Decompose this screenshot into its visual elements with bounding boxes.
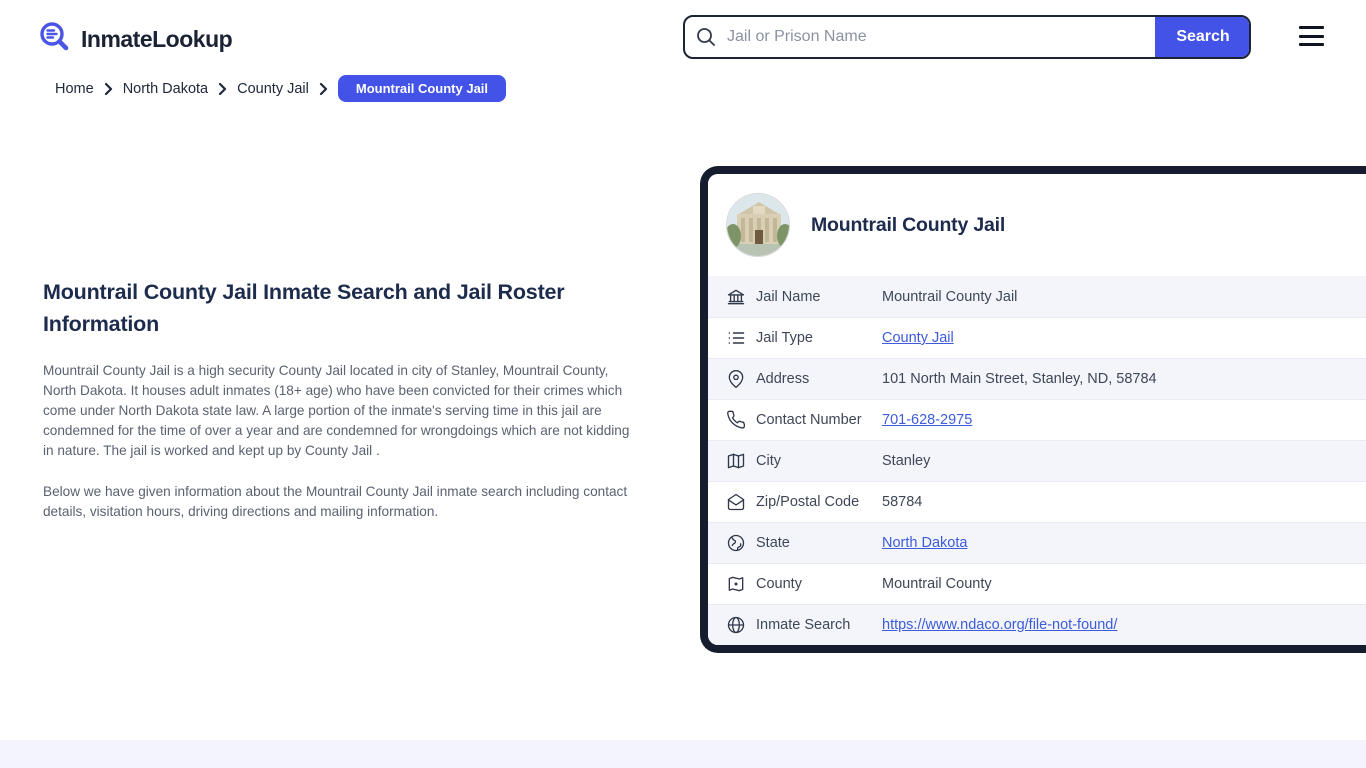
article: Mountrail County Jail Inmate Search and … xyxy=(43,276,639,522)
city-value: Stanley xyxy=(882,453,1366,469)
county-map-icon xyxy=(726,574,756,594)
top-header: InmateLookup Search xyxy=(0,0,1366,74)
jail-name-value: Mountrail County Jail xyxy=(882,289,1366,305)
globe-icon xyxy=(726,615,756,635)
county-value: Mountrail County xyxy=(882,576,1366,592)
jail-type-link[interactable]: County Jail xyxy=(882,330,954,346)
address-value: 101 North Main Street, Stanley, ND, 5878… xyxy=(882,371,1366,387)
breadcrumb: Home North Dakota County Jail Mountrail … xyxy=(55,75,506,102)
table-row-address: Address 101 North Main Street, Stanley, … xyxy=(708,358,1366,399)
row-label: Zip/Postal Code xyxy=(756,494,882,510)
breadcrumb-state[interactable]: North Dakota xyxy=(123,81,208,97)
row-label: County xyxy=(756,576,882,592)
article-paragraph-1: Mountrail County Jail is a high security… xyxy=(43,361,639,461)
table-row-county: County Mountrail County xyxy=(708,563,1366,604)
jail-card-header: Mountrail County Jail xyxy=(708,174,1366,276)
inmate-search-link[interactable]: https://www.ndaco.org/file-not-found/ xyxy=(882,617,1117,633)
jail-photo xyxy=(726,193,790,257)
chevron-right-icon xyxy=(104,83,113,95)
table-row-jail-type: Jail Type County Jail xyxy=(708,317,1366,358)
table-row-contact-number: Contact Number 701-628-2975 xyxy=(708,399,1366,440)
globe-americas-icon xyxy=(726,533,756,553)
contact-number-link[interactable]: 701-628-2975 xyxy=(882,412,972,428)
article-paragraph-2: Below we have given information about th… xyxy=(43,482,639,522)
zip-value: 58784 xyxy=(882,494,1366,510)
jail-info-card: Mountrail County Jail Jail Name Mountrai… xyxy=(700,166,1366,653)
breadcrumb-jail-type[interactable]: County Jail xyxy=(237,81,309,97)
footer-strip xyxy=(0,740,1366,768)
table-row-city: City Stanley xyxy=(708,440,1366,481)
list-icon xyxy=(726,328,756,348)
table-row-zip: Zip/Postal Code 58784 xyxy=(708,481,1366,522)
row-label: Inmate Search xyxy=(756,617,882,633)
page-title: Mountrail County Jail Inmate Search and … xyxy=(43,276,639,340)
row-label: City xyxy=(756,453,882,469)
phone-icon xyxy=(726,410,756,430)
search-icon xyxy=(695,26,717,48)
bank-icon xyxy=(726,287,756,307)
site-logo-text: InmateLookup xyxy=(81,26,232,53)
search-bar: Search xyxy=(683,15,1251,59)
map-icon xyxy=(726,451,756,471)
search-input[interactable] xyxy=(717,17,1155,57)
chevron-right-icon xyxy=(319,83,328,95)
search-button[interactable]: Search xyxy=(1155,15,1251,59)
row-label: Address xyxy=(756,371,882,387)
row-label: State xyxy=(756,535,882,551)
row-label: Jail Name xyxy=(756,289,882,305)
row-label: Jail Type xyxy=(756,330,882,346)
table-row-jail-name: Jail Name Mountrail County Jail xyxy=(708,276,1366,317)
breadcrumb-home[interactable]: Home xyxy=(55,81,94,97)
row-label: Contact Number xyxy=(756,412,882,428)
jail-info-table: Jail Name Mountrail County Jail Jail Typ… xyxy=(708,276,1366,645)
table-row-state: State North Dakota xyxy=(708,522,1366,563)
hamburger-menu-icon[interactable] xyxy=(1299,26,1324,46)
page: InmateLookup Search Home North Dakota Co… xyxy=(0,0,1366,768)
state-link[interactable]: North Dakota xyxy=(882,535,967,551)
site-logo[interactable]: InmateLookup xyxy=(38,20,232,59)
location-pin-icon xyxy=(726,369,756,389)
breadcrumb-current-badge[interactable]: Mountrail County Jail xyxy=(338,75,506,102)
jail-card-title: Mountrail County Jail xyxy=(811,214,1005,237)
mail-icon xyxy=(726,492,756,512)
chevron-right-icon xyxy=(218,83,227,95)
magnifier-logo-icon xyxy=(38,20,72,59)
table-row-inmate-search: Inmate Search https://www.ndaco.org/file… xyxy=(708,604,1366,645)
